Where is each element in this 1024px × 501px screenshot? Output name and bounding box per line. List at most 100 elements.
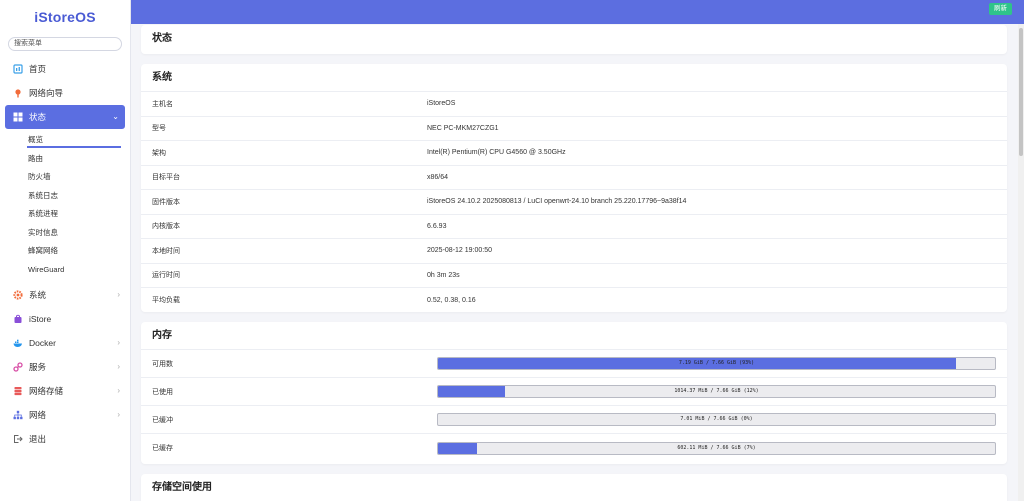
page-header-card: 状态 (141, 25, 1007, 54)
row-value: 2025-08-12 19:00:50 (427, 247, 492, 255)
sidebar-item-storage[interactable]: 网络存储 › (0, 379, 130, 403)
menu-search-input[interactable]: 搜索菜单 (8, 37, 122, 51)
sidebar-item-logout[interactable]: 退出 (0, 427, 130, 451)
memory-progress-bar: 1014.37 MiB / 7.66 GiB (12%) (437, 385, 996, 398)
logout-icon (13, 434, 23, 444)
submenu-item-firewall[interactable]: 防火墙 (0, 168, 130, 187)
sidebar-item-docker[interactable]: Docker › (0, 331, 130, 355)
storage-icon (13, 386, 23, 396)
memory-progress-bar: 7.01 MiB / 7.66 GiB (0%) (437, 413, 996, 426)
sidebar-nav: 首页 网络向导 状态 ⌄ (0, 57, 130, 129)
memory-card: 内存 可用数 7.19 GiB / 7.66 GiB (93%) 已使用 101… (141, 322, 1007, 464)
table-row: 已使用 1014.37 MiB / 7.66 GiB (12%) (141, 378, 1007, 406)
row-key: 固件版本 (152, 198, 180, 206)
top-bar: 刷新 (131, 0, 1024, 24)
home-icon (13, 64, 23, 74)
sidebar-item-label: 网络 (29, 410, 47, 420)
row-value: iStoreOS (427, 100, 456, 108)
row-key: 运行时间 (152, 272, 180, 280)
row-key: 已使用 (152, 388, 173, 396)
sidebar-item-status[interactable]: 状态 ⌄ (5, 105, 125, 129)
istoreos-logo[interactable]: iStoreOS (0, 0, 130, 34)
sidebar-item-label: 网络存储 (29, 386, 64, 396)
storage-card-title: 存储空间使用 (152, 482, 212, 493)
memory-progress-bar: 602.11 MiB / 7.66 GiB (7%) (437, 441, 996, 455)
table-row: 平均负载 0.52, 0.38, 0.16 (141, 288, 1007, 313)
row-key: 本地时间 (152, 247, 180, 255)
table-row: 架构 Intel(R) Pentium(R) CPU G4560 @ 3.50GH… (141, 141, 1007, 166)
chevron-right-icon: › (117, 338, 120, 347)
row-key: 目标平台 (152, 174, 180, 182)
sidebar-item-services[interactable]: 服务 › (0, 355, 130, 379)
chevron-right-icon: › (117, 362, 120, 371)
main-content: 状态 系统 主机名 iStoreOS 型号 NEC PC-MKM27CZG1 架构 I… (141, 24, 1007, 501)
memory-progress-bar: 7.19 GiB / 7.66 GiB (93%) (437, 357, 996, 370)
sidebar-item-system[interactable]: 系统 › (0, 283, 130, 307)
progress-text: 7.01 MiB / 7.66 GiB (0%) (680, 416, 753, 422)
sidebar-item-label: Docker (29, 338, 56, 348)
row-value: 0h 3m 23s (427, 271, 460, 279)
row-value: x86/64 (427, 173, 449, 181)
row-key: 可用数 (152, 360, 173, 368)
submenu-item-realtime[interactable]: 实时信息 (0, 224, 130, 243)
table-row: 型号 NEC PC-MKM27CZG1 (141, 117, 1007, 141)
submenu-item-wireguard[interactable]: WireGuard (0, 261, 130, 280)
docker-icon (13, 338, 23, 348)
row-key: 主机名 (152, 100, 173, 108)
chevron-right-icon: › (117, 386, 120, 395)
table-row: 已缓存 602.11 MiB / 7.66 GiB (7%) (141, 434, 1007, 462)
row-value: iStoreOS 24.10.2 2025080813 / LuCI openw… (427, 198, 687, 206)
status-grid-icon (13, 112, 23, 122)
sidebar: iStoreOS 搜索菜单 首页 网络向导 状态 ⌄ 概览 路由 防火墙 系统日… (0, 0, 131, 501)
table-row: 可用数 7.19 GiB / 7.66 GiB (93%) (141, 350, 1007, 378)
network-icon (13, 410, 23, 420)
row-key: 已缓冲 (152, 416, 173, 424)
sidebar-item-wizard[interactable]: 网络向导 (0, 81, 130, 105)
submenu-item-syslog[interactable]: 系统日志 (0, 187, 130, 206)
page-title: 状态 (152, 33, 172, 44)
row-key: 已缓存 (152, 445, 173, 452)
sidebar-nav-lower: 系统 › iStore Docker › 服务 › 网络存储 › 网络 › 退出 (0, 283, 130, 451)
system-card-title: 系统 (141, 64, 1007, 92)
progress-text: 1014.37 MiB / 7.66 GiB (12%) (674, 388, 759, 394)
sidebar-item-home[interactable]: 首页 (0, 57, 130, 81)
wizard-icon (13, 88, 23, 98)
status-submenu: 概览 路由 防火墙 系统日志 系统进程 实时信息 蜂窝网络 WireGuard (0, 129, 130, 283)
row-key: 型号 (152, 125, 166, 133)
row-value: Intel(R) Pentium(R) CPU G4560 @ 3.50GHz (427, 149, 566, 157)
gear-icon (13, 290, 23, 300)
row-key: 平均负载 (152, 297, 180, 305)
sidebar-item-istore[interactable]: iStore (0, 307, 130, 331)
submenu-item-cellular[interactable]: 蜂窝网络 (0, 242, 130, 261)
table-row: 内核版本 6.6.93 (141, 215, 1007, 239)
refresh-button[interactable]: 刷新 (989, 3, 1012, 15)
page-scrollbar[interactable] (1018, 24, 1024, 501)
chevron-down-icon: ⌄ (112, 112, 119, 121)
memory-table: 可用数 7.19 GiB / 7.66 GiB (93%) 已使用 1014.3… (141, 350, 1007, 462)
submenu-item-processes[interactable]: 系统进程 (0, 205, 130, 224)
memory-card-title: 内存 (141, 322, 1007, 350)
store-icon (13, 314, 23, 324)
sidebar-item-network[interactable]: 网络 › (0, 403, 130, 427)
row-value: NEC PC-MKM27CZG1 (427, 124, 499, 132)
sidebar-item-label: 状态 (29, 112, 47, 122)
submenu-item-routes[interactable]: 路由 (0, 150, 130, 169)
progress-text: 602.11 MiB / 7.66 GiB (7%) (677, 444, 756, 451)
sidebar-item-label: iStore (29, 314, 52, 324)
storage-card: 存储空间使用 (141, 474, 1007, 501)
progress-text: 7.19 GiB / 7.66 GiB (93%) (678, 360, 755, 366)
sidebar-item-label: 系统 (29, 290, 47, 300)
table-row: 已缓冲 7.01 MiB / 7.66 GiB (0%) (141, 406, 1007, 434)
sidebar-item-label: 首页 (29, 64, 47, 74)
chevron-right-icon: › (117, 290, 120, 299)
chevron-right-icon: › (117, 410, 120, 419)
table-row: 固件版本 iStoreOS 24.10.2 2025080813 / LuCI o… (141, 190, 1007, 215)
submenu-item-overview[interactable]: 概览 (0, 131, 130, 150)
row-key: 内核版本 (152, 223, 180, 231)
scrollbar-thumb[interactable] (1019, 28, 1023, 156)
table-row: 目标平台 x86/64 (141, 166, 1007, 190)
table-row: 主机名 iStoreOS (141, 92, 1007, 117)
table-row: 运行时间 0h 3m 23s (141, 264, 1007, 288)
table-row: 本地时间 2025-08-12 19:00:50 (141, 239, 1007, 264)
row-key: 架构 (152, 149, 166, 157)
